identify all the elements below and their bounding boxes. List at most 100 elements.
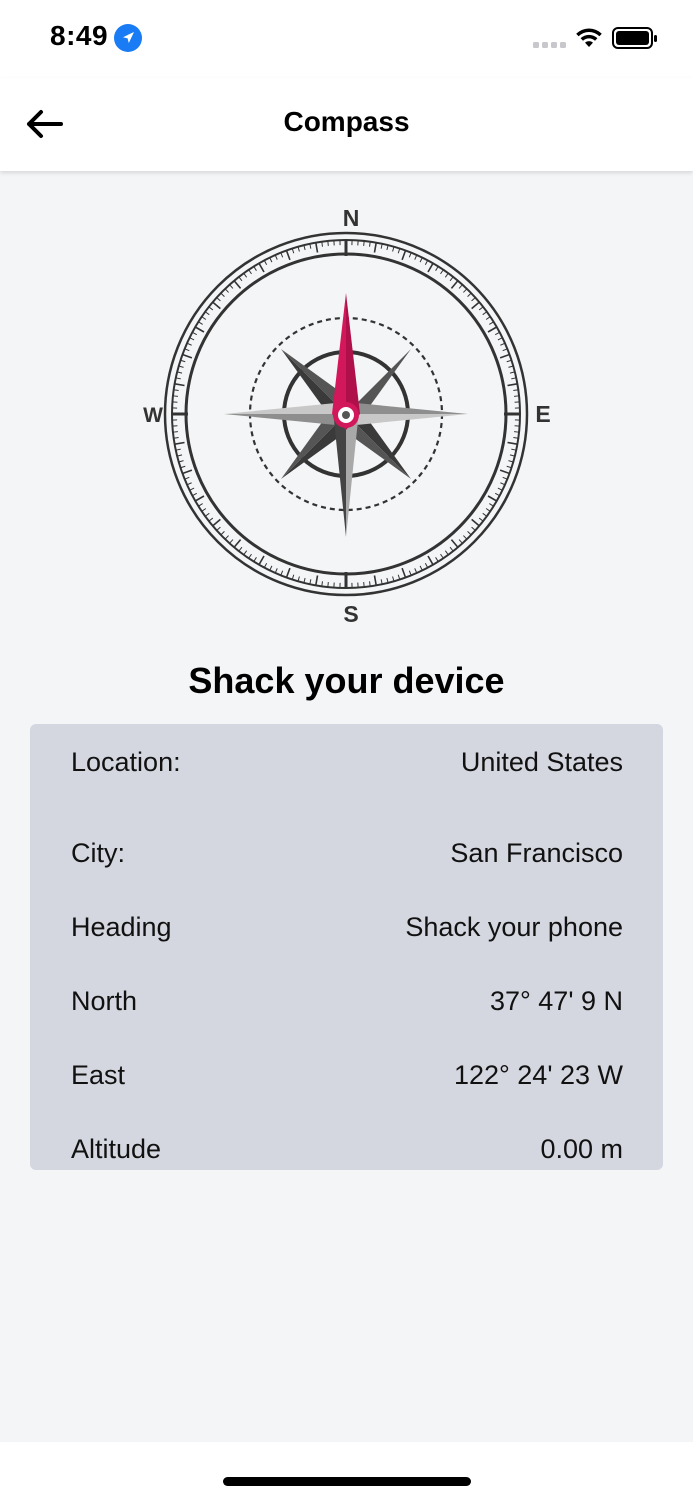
compass-tick (444, 550, 449, 556)
compass-tick (189, 487, 195, 491)
compass-tick (216, 297, 221, 302)
compass-tick (482, 311, 488, 316)
info-row-location: Location: United States (71, 742, 623, 782)
compass-tick (201, 316, 207, 320)
compass-tick (449, 276, 454, 282)
compass-tick (285, 250, 291, 261)
compass-tick (369, 241, 371, 247)
shake-instruction-title: Shack your device (188, 660, 505, 701)
status-time: 8:49 (50, 20, 109, 51)
compass-tick (471, 301, 480, 310)
info-label: East (71, 1060, 126, 1091)
compass-tick (450, 280, 459, 289)
compass-tick (363, 582, 365, 588)
compass-tick (497, 337, 503, 341)
compass-tick (274, 254, 278, 260)
compass-tick (321, 581, 323, 587)
compass-tick (263, 562, 268, 568)
compass-tick (238, 546, 243, 552)
compass-tick (198, 321, 203, 325)
compass-tick (471, 526, 476, 531)
north-label: N (343, 205, 360, 231)
compass-tick (189, 337, 195, 341)
compass-tick (224, 535, 229, 540)
navigation-bar: Compass (0, 78, 693, 171)
compass-tick (314, 575, 319, 586)
compass-tick (204, 311, 210, 316)
compass-tick (478, 517, 484, 522)
compass-tick (427, 555, 434, 566)
wifi-icon (576, 28, 602, 47)
compass-tick (174, 382, 185, 387)
compass-tick (208, 306, 214, 311)
compass-tick (440, 553, 444, 559)
location-services-icon (114, 24, 142, 52)
compass-tick (373, 242, 378, 253)
info-label: Altitude (71, 1134, 162, 1165)
compass-tick (449, 546, 454, 552)
compass-tick (182, 469, 193, 475)
compass-tick (194, 326, 205, 333)
compass-tick (392, 246, 395, 252)
compass-tick (424, 562, 429, 568)
compass-screen: 8:49 Compass N S E W Shack your device L… (0, 0, 693, 1500)
compass-tick (401, 567, 407, 578)
compass-tick (192, 492, 198, 497)
compass-tick (513, 437, 519, 439)
compass-tick (243, 272, 248, 278)
compass-tick (494, 492, 500, 497)
compass-tick (204, 512, 210, 517)
compass-tick (274, 568, 278, 574)
compass-tick (253, 557, 257, 562)
compass-tick (194, 495, 205, 502)
compass-tick (435, 266, 439, 271)
location-info-card: Location: United States City: San Franci… (30, 724, 663, 1170)
compass-tick (269, 565, 273, 571)
compass-tick (201, 508, 207, 512)
compass-tick (212, 518, 221, 527)
home-indicator[interactable] (223, 1477, 471, 1486)
info-row-city: City: San Francisco (71, 816, 623, 890)
compass-tick (224, 288, 229, 293)
compass-tick (499, 353, 510, 359)
compass-tick (208, 517, 214, 522)
compass-tick (363, 240, 365, 246)
compass-tick (514, 395, 520, 397)
compass-tick (233, 280, 242, 289)
compass-tick (220, 292, 225, 297)
info-value: 122° 24' 23 W (453, 1060, 623, 1091)
compass-tick (173, 437, 179, 439)
compass-tick (263, 260, 268, 266)
page-title: Compass (283, 106, 410, 137)
compass-tick (514, 431, 520, 433)
compass-tick (427, 262, 434, 273)
info-label: Heading (71, 911, 172, 942)
compass-tick (401, 250, 407, 261)
compass-tick (186, 342, 192, 346)
compass-tick (444, 272, 449, 278)
info-row-east: East 122° 24' 23 W (71, 1039, 623, 1113)
compass-tick (173, 389, 179, 391)
info-row-altitude: Altitude 0.00 m (71, 1113, 623, 1187)
compass-tick (487, 326, 498, 333)
compass-tick (414, 254, 418, 260)
compass-tick (508, 460, 514, 463)
compass-tick (369, 581, 371, 587)
battery-icon (612, 27, 657, 49)
info-label: City: (71, 837, 125, 868)
compass-tick (314, 242, 319, 253)
compass-tick (172, 395, 178, 397)
compass-tick (373, 575, 378, 586)
compass-tick (414, 568, 418, 574)
status-bar: 8:49 (0, 0, 693, 78)
info-label: North (71, 985, 138, 1016)
compass-tick (489, 503, 494, 507)
info-value: 0.00 m (540, 1134, 623, 1165)
compass-tick (321, 241, 323, 247)
compass-tick (297, 246, 300, 252)
compass-tick (500, 482, 506, 486)
compass-tick (494, 331, 500, 336)
compass-tick (212, 301, 221, 310)
compass-tick (243, 550, 248, 556)
compass-tick (178, 365, 184, 368)
